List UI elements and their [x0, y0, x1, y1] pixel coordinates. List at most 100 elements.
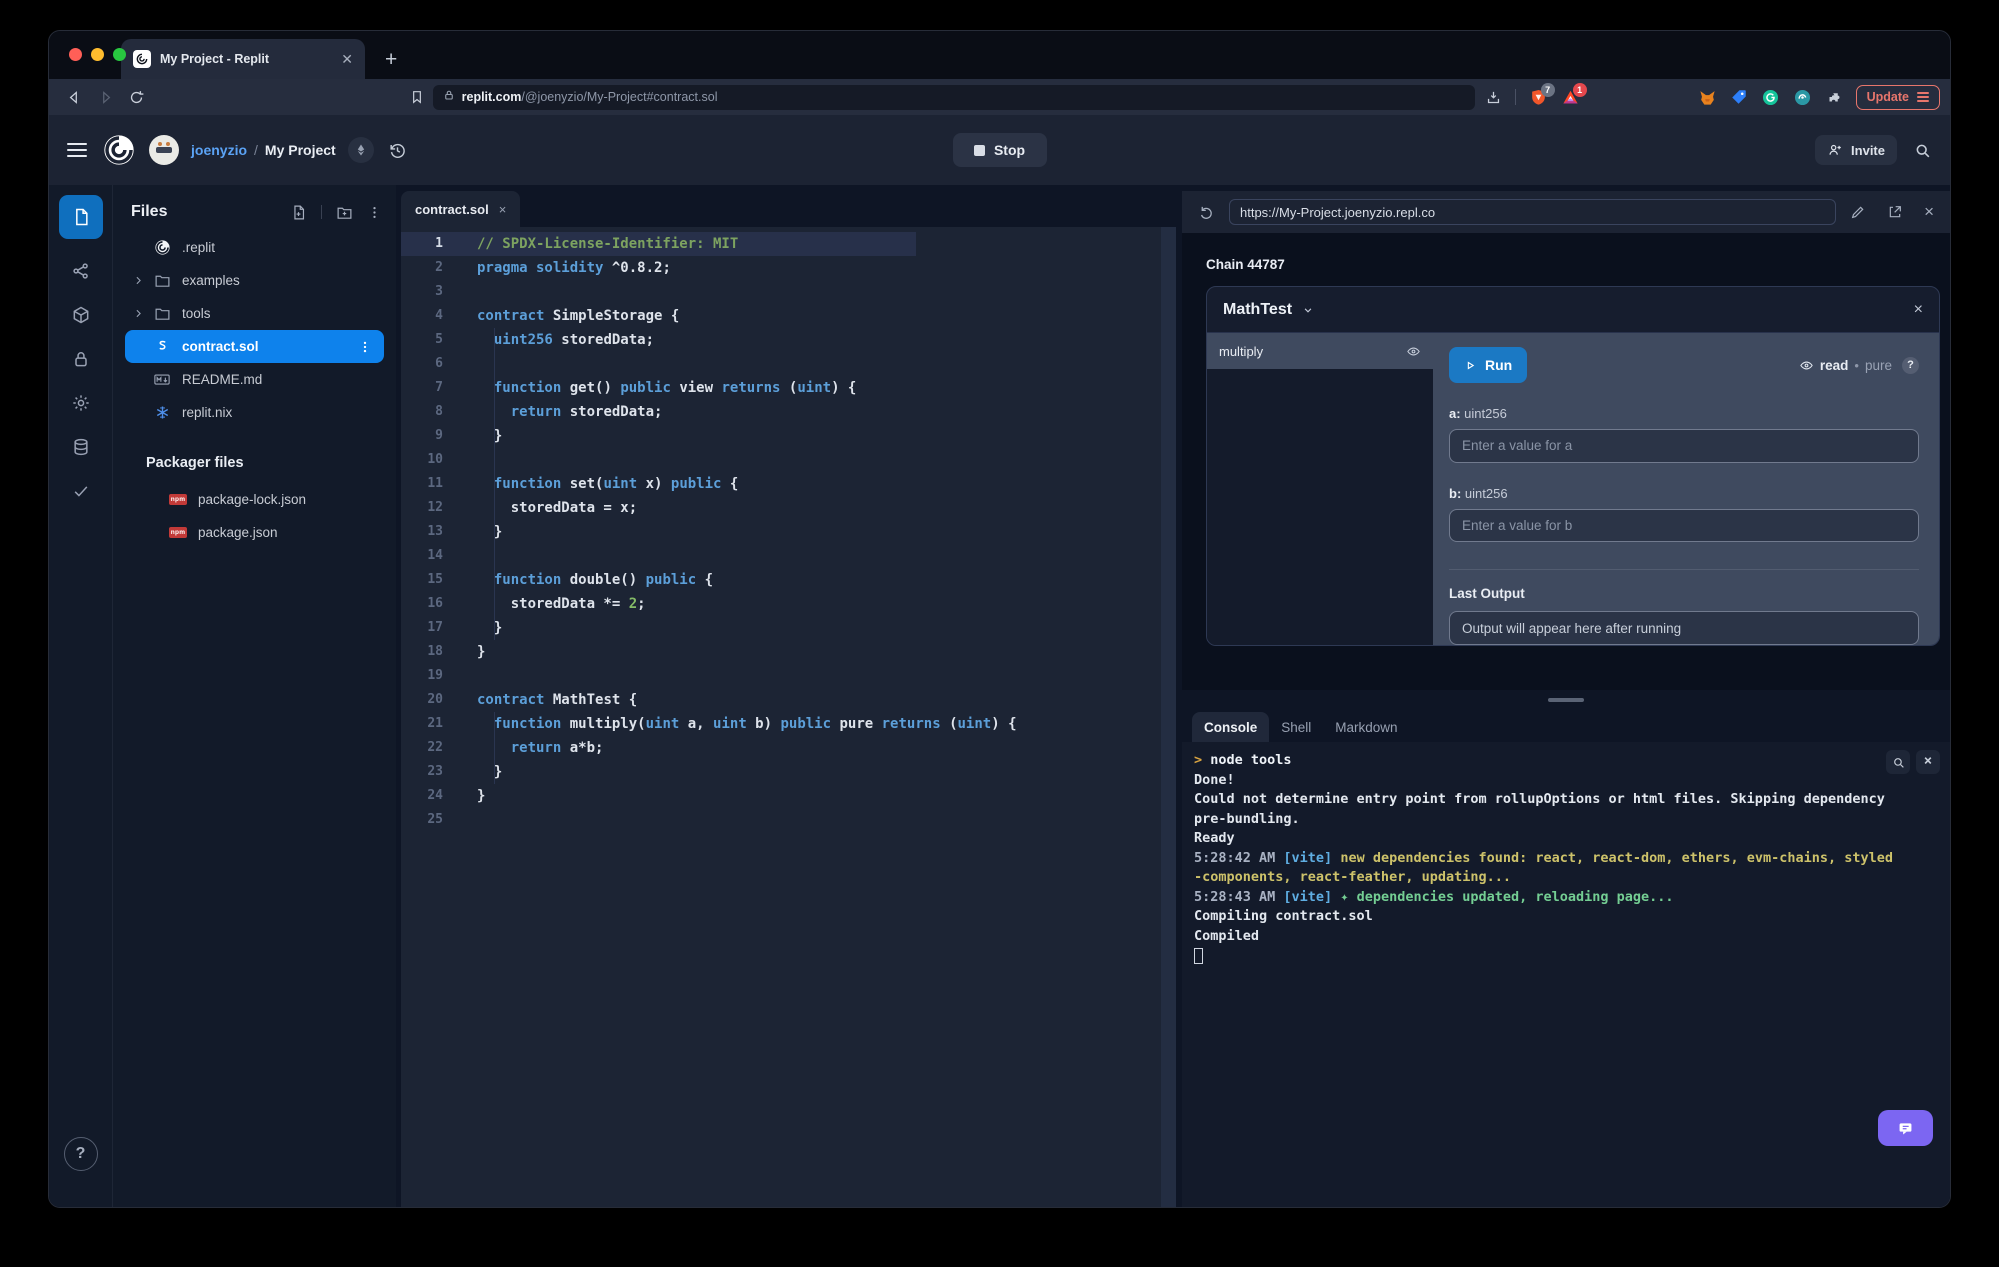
new-folder-icon[interactable] [336, 204, 353, 221]
help-button[interactable]: ? [63, 1137, 98, 1171]
pane-resize-row [1182, 690, 1950, 710]
field-b-input[interactable] [1449, 508, 1919, 543]
file-row[interactable]: npm package.json [113, 516, 396, 549]
resize-handle[interactable] [1548, 698, 1584, 702]
rail-item-version-control[interactable] [71, 261, 91, 281]
back-icon[interactable] [66, 89, 83, 106]
line-number: 23 [427, 764, 443, 779]
forward-icon[interactable] [97, 89, 114, 106]
chevron-right-icon[interactable] [133, 308, 144, 319]
contract-close-icon[interactable]: × [1914, 301, 1923, 319]
chat-button[interactable] [1878, 1110, 1933, 1146]
field-a-input[interactable] [1449, 429, 1919, 463]
file-menu-icon[interactable] [358, 340, 372, 354]
bookmark-icon[interactable] [409, 89, 425, 105]
file-row[interactable]: examples [113, 264, 396, 297]
file-row[interactable]: replit.nix [113, 396, 396, 429]
breadcrumb-username[interactable]: joenyzio [191, 142, 247, 158]
webview-close-icon[interactable]: × [1924, 202, 1934, 222]
tab-markdown[interactable]: Markdown [1323, 712, 1409, 742]
console-clear-icon[interactable]: × [1916, 750, 1940, 774]
stop-button[interactable]: Stop [952, 133, 1047, 167]
menu-icon[interactable] [67, 139, 87, 162]
line-text: contract SimpleStorage { [477, 308, 680, 324]
new-file-icon[interactable] [290, 204, 307, 221]
browser-tab[interactable]: My Project - Replit ✕ [121, 39, 365, 79]
workspace: ? Files .replit examples tools contract.sol… [49, 185, 1950, 1207]
edit-pencil-icon[interactable] [1850, 204, 1866, 220]
file-name: tools [182, 306, 211, 321]
webview-url-input[interactable] [1229, 199, 1837, 225]
file-row[interactable]: npm package-lock.json [113, 483, 396, 516]
tab-console[interactable]: Console [1192, 712, 1270, 742]
reload-icon[interactable] [128, 89, 145, 106]
maximize-window-button[interactable] [113, 48, 126, 61]
file-name: README.md [182, 372, 263, 387]
run-button[interactable]: Run [1449, 347, 1528, 383]
close-window-button[interactable] [69, 48, 82, 61]
file-row[interactable]: contract.sol [125, 330, 384, 363]
breadcrumb-project[interactable]: My Project [265, 142, 336, 158]
history-icon[interactable] [388, 141, 407, 160]
line-text: function get() public view returns (uint… [493, 380, 857, 396]
extensions-puzzle-icon[interactable] [1825, 88, 1843, 106]
desktop: My Project - Replit ✕ + replit.com/@joen… [0, 0, 1999, 1267]
browser-window: My Project - Replit ✕ + replit.com/@joen… [48, 30, 1951, 1208]
rail-item-settings[interactable] [71, 393, 91, 413]
form-divider [1449, 569, 1919, 571]
avatar[interactable] [149, 135, 179, 165]
console-search-icon[interactable] [1886, 750, 1910, 774]
chevron-right-icon[interactable] [133, 275, 144, 286]
brave-rewards-icon[interactable]: 1 [1561, 82, 1587, 107]
line-text: return storedData; [510, 404, 663, 420]
console-panel: Console Shell Markdown × > node tools Don… [1182, 710, 1950, 1207]
rail-item-packages[interactable] [71, 305, 91, 325]
file-row[interactable]: README.md [113, 363, 396, 396]
address-bar[interactable]: replit.com/@joenyzio/My-Project#contract… [432, 84, 1475, 110]
teal-extension-icon[interactable] [1793, 88, 1812, 107]
contract-dropdown-icon[interactable] [1301, 303, 1315, 317]
download-icon[interactable] [1485, 89, 1502, 106]
minimize-window-button[interactable] [91, 48, 104, 61]
line-text: return a*b; [510, 740, 604, 756]
rail-item-files[interactable] [58, 195, 103, 239]
console-line: -components, react-feather, updating... [1194, 869, 1511, 885]
help-chip[interactable]: ? [1902, 356, 1919, 374]
rail-item-checks[interactable] [71, 481, 91, 501]
code-editor[interactable]: 1 // SPDX-License-Identifier: MIT 2 pragma … [401, 227, 1176, 1207]
tab-close-icon[interactable]: ✕ [341, 52, 353, 66]
tab-shell[interactable]: Shell [1269, 712, 1323, 742]
new-tab-button[interactable]: + [385, 49, 397, 70]
tag-extension-icon[interactable] [1730, 88, 1748, 106]
search-icon[interactable] [1913, 141, 1932, 160]
editor-tab-close-icon[interactable]: × [499, 202, 507, 217]
files-menu-icon[interactable] [367, 205, 382, 220]
console-output[interactable]: × > node tools Done! Could not determine e… [1182, 742, 1950, 1207]
code-line: 15 function double() public { [401, 568, 1176, 592]
rail-item-secrets[interactable] [71, 349, 91, 369]
rail-item-database[interactable] [71, 437, 91, 457]
grammarly-extension-icon[interactable] [1761, 88, 1780, 107]
console-line: Could not determine entry point from rol… [1194, 791, 1885, 807]
invite-button[interactable]: Invite [1815, 135, 1897, 165]
browser-update-button[interactable]: Update [1855, 84, 1940, 110]
metamask-extension-icon[interactable] [1698, 88, 1717, 107]
ethereum-badge[interactable] [347, 137, 374, 163]
line-number: 11 [427, 476, 443, 491]
solidity-file-icon [153, 338, 171, 356]
replit-logo[interactable] [103, 134, 135, 166]
line-number: 12 [427, 500, 443, 515]
file-row[interactable]: tools [113, 297, 396, 330]
console-line: Compiling contract.sol [1194, 908, 1373, 924]
open-external-icon[interactable] [1887, 204, 1903, 220]
line-number: 22 [427, 740, 443, 755]
file-row[interactable]: .replit [113, 231, 396, 264]
files-header: Files [113, 203, 396, 231]
method-row[interactable]: multiply [1207, 333, 1433, 369]
folder-file-icon [153, 272, 171, 290]
contract-card-body: multiply Run read • pure ? a: uint256 En… [1207, 333, 1939, 645]
editor-tab[interactable]: contract.sol × [401, 191, 521, 227]
brave-shield-icon[interactable]: 7 [1529, 82, 1555, 107]
webview-refresh-icon[interactable] [1198, 204, 1215, 221]
file-name: package.json [198, 525, 278, 540]
